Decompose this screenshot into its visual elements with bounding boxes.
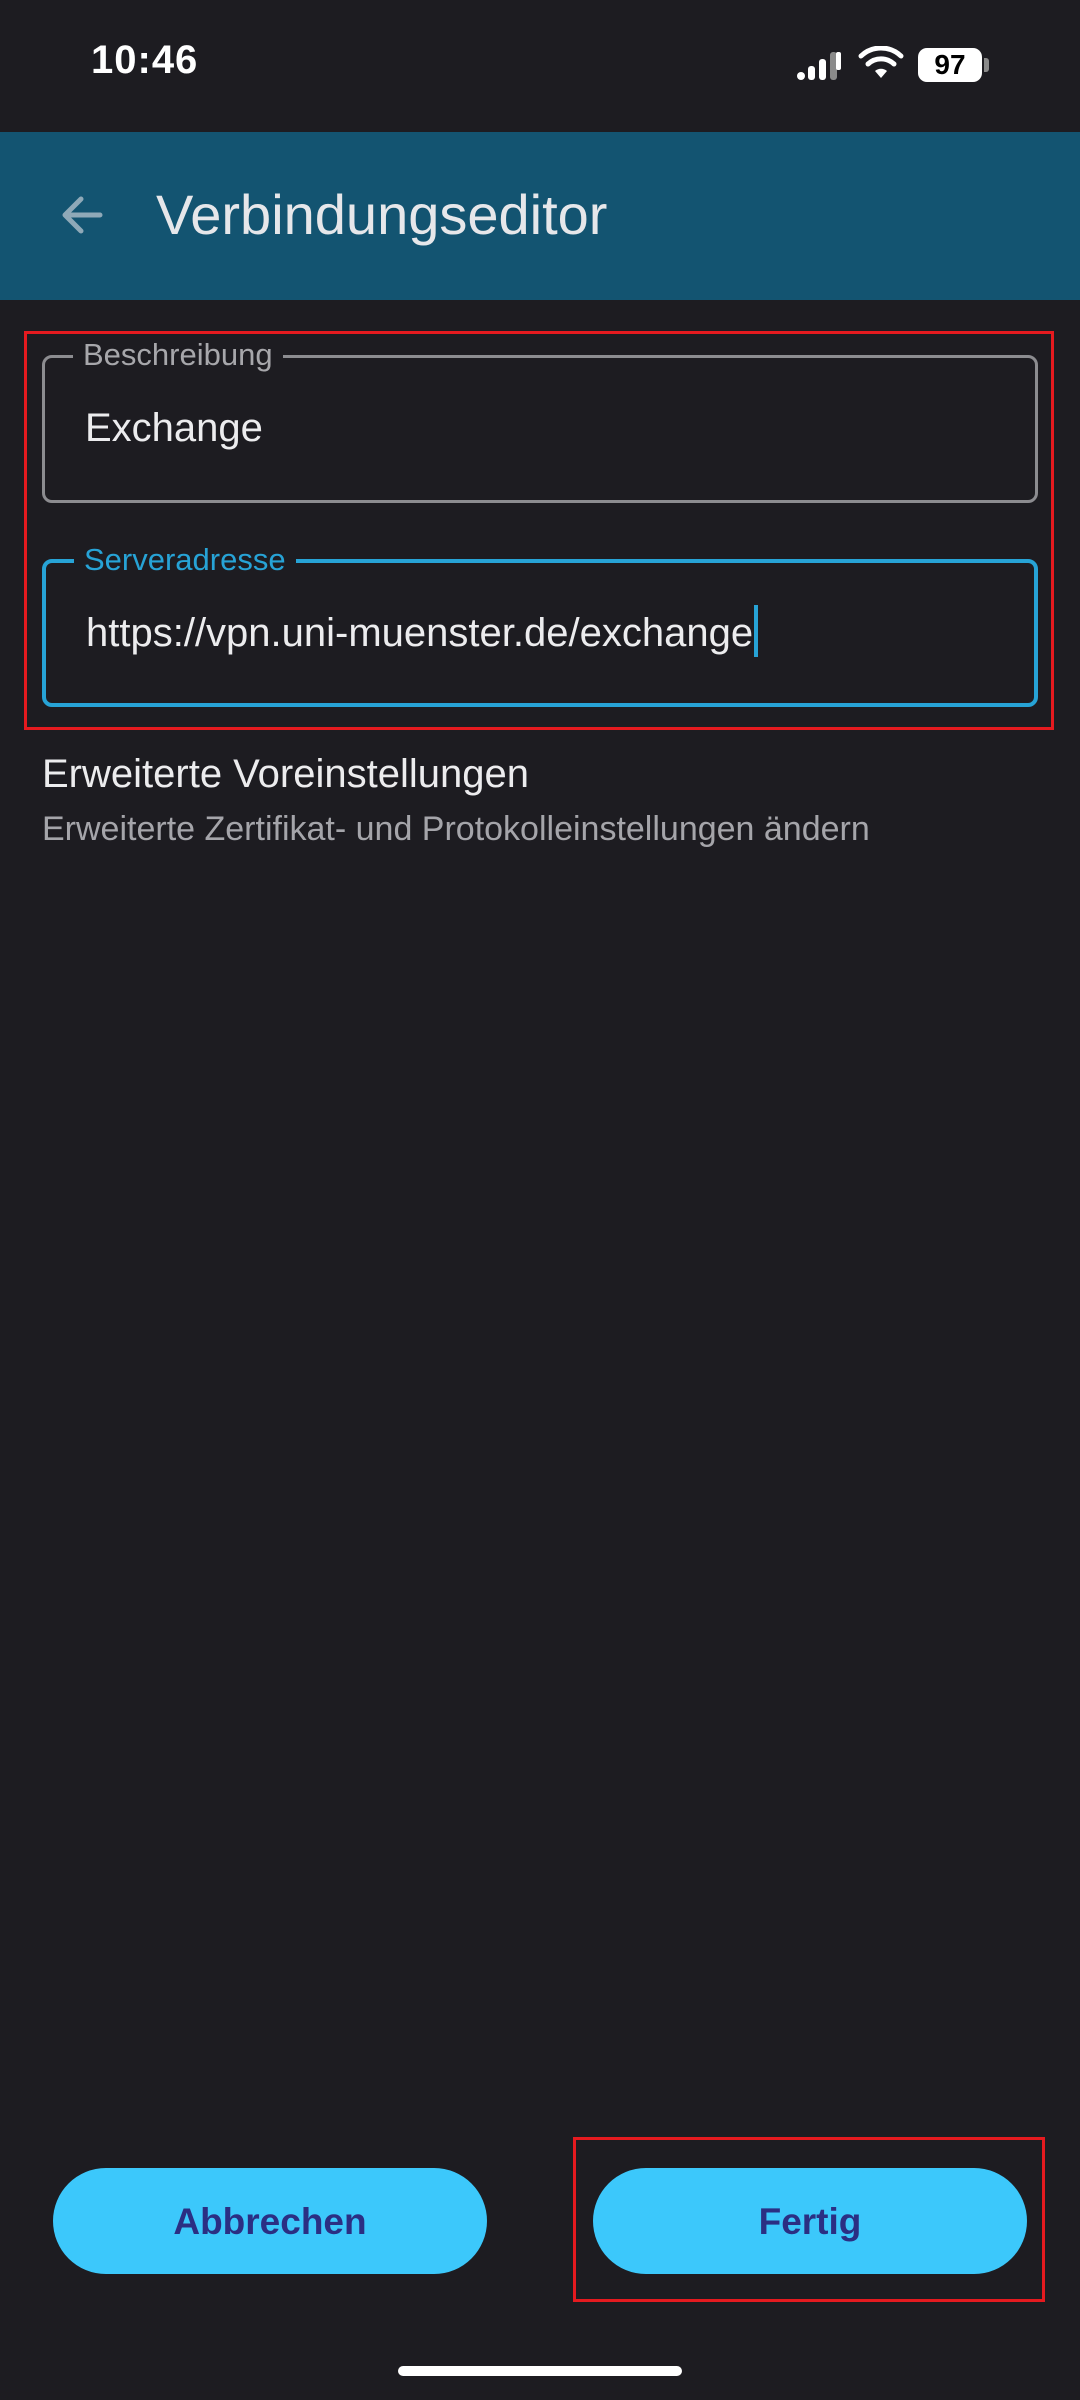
advanced-settings-item[interactable]: Erweiterte Voreinstellungen Erweiterte Z… [42,752,1042,862]
status-bar: 10:46 97 [0,0,1080,132]
wifi-icon [858,46,904,78]
back-button[interactable] [38,170,128,260]
home-indicator[interactable] [398,2366,682,2376]
battery-level: 97 [918,48,982,82]
server-address-value: https://vpn.uni-muenster.de/exchange [86,611,754,655]
cancel-button[interactable]: Abbrechen [53,2168,487,2274]
text-cursor [754,605,759,658]
server-address-label: Serveradresse [74,541,296,579]
page-title: Verbindungseditor [156,183,608,246]
advanced-settings-subtitle: Erweiterte Zertifikat- und Protokolleins… [42,810,870,848]
arrow-back-icon [62,196,103,234]
description-label: Beschreibung [73,336,283,374]
screen: 10:46 97 Verbindungseditor Beschreibung … [0,0,1080,2400]
server-address-field[interactable]: Serveradresse https://vpn.uni-muenster.d… [42,541,1038,707]
status-time: 10:46 [91,38,199,82]
signal-icon [797,52,841,80]
battery-icon: 97 [918,48,989,82]
description-value: Exchange [85,406,263,450]
advanced-settings-title: Erweiterte Voreinstellungen [42,752,529,796]
done-button[interactable]: Fertig [593,2168,1027,2274]
battery-tip [984,58,989,72]
description-field[interactable]: Beschreibung Exchange [42,336,1038,503]
server-address-value-wrap: https://vpn.uni-muenster.de/exchange [86,605,759,658]
app-bar: Verbindungseditor [0,132,1080,300]
